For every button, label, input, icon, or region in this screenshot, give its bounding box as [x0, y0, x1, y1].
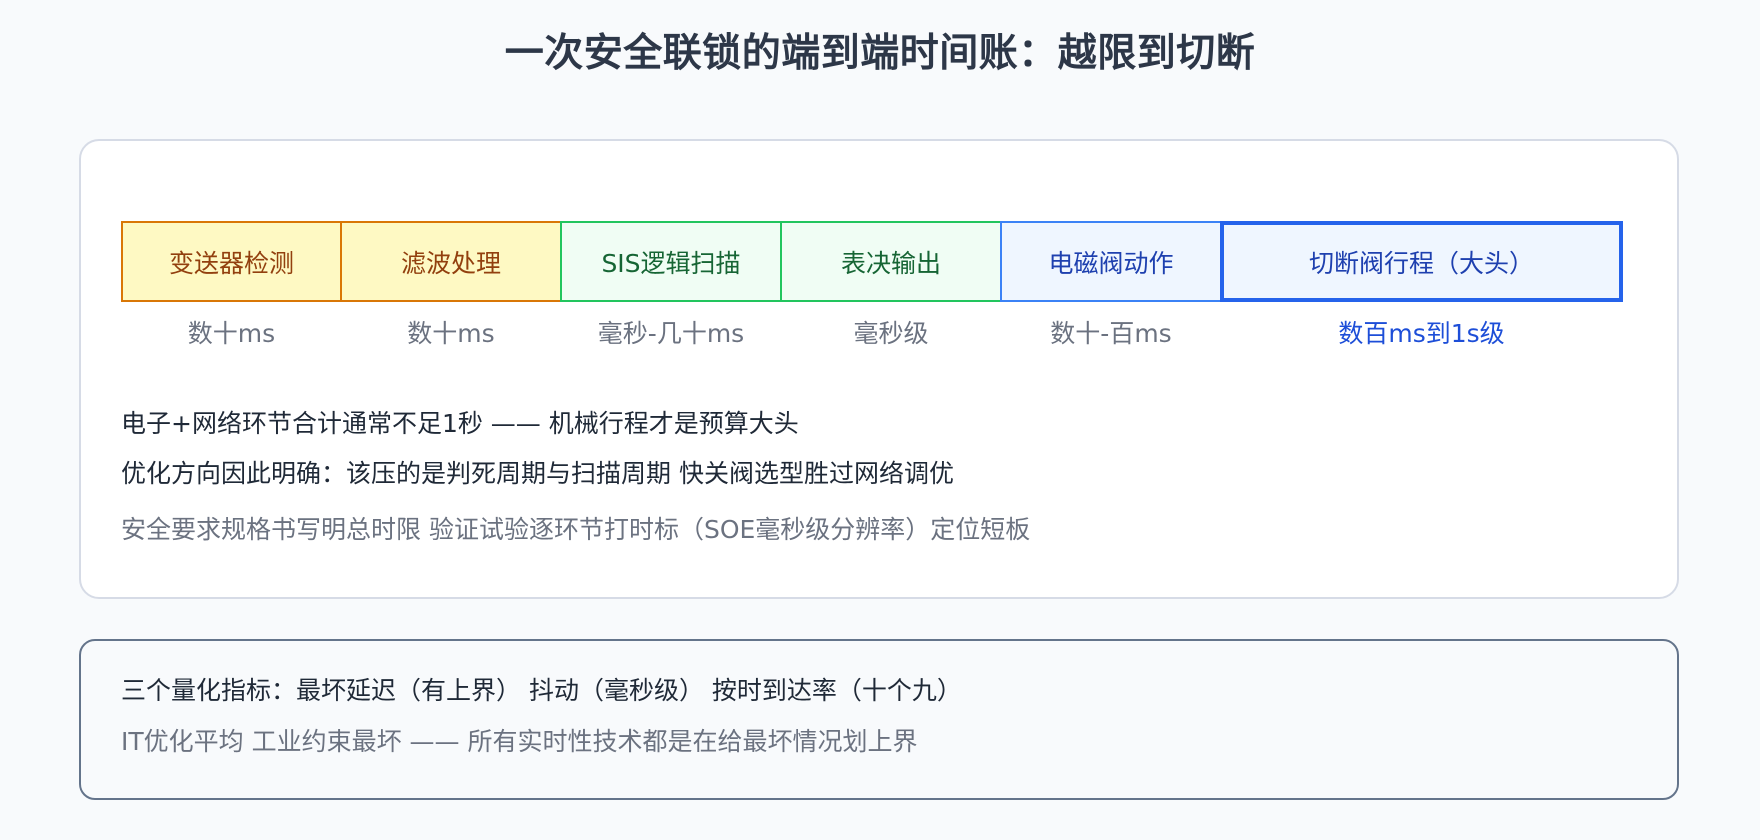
duration-label: 数十ms	[407, 319, 495, 348]
stage-solenoid-action: 电磁阀动作	[1000, 221, 1222, 302]
note-verification: 安全要求规格书写明总时限 验证试验逐环节打时标（SOE毫秒级分辨率）定位短板	[121, 515, 1031, 544]
stage-filtering: 滤波处理	[340, 221, 562, 302]
page-title: 一次安全联锁的端到端时间账：越限到切断	[504, 31, 1256, 76]
note-optimization-direction: 优化方向因此明确：该压的是判死周期与扫描周期 快关阀选型胜过网络调优	[121, 459, 954, 488]
duration-label: 毫秒-几十ms	[597, 319, 745, 348]
stage-voting-output: 表决输出	[780, 221, 1002, 302]
stage-transmitter-detection: 变送器检测	[121, 221, 342, 302]
duration-label: 数十-百ms	[1050, 319, 1172, 348]
summary-card: 三个量化指标：最坏延迟（有上界） 抖动（毫秒级） 按时到达率（十个九） IT优化…	[79, 639, 1679, 800]
note-electronic-vs-mechanical: 电子+网络环节合计通常不足1秒 —— 机械行程才是预算大头	[121, 409, 799, 438]
duration-label-highlight: 数百ms到1s级	[1338, 319, 1505, 348]
stage-sis-logic-scan: SIS逻辑扫描	[560, 221, 782, 302]
timeline-card: 变送器检测 滤波处理 SIS逻辑扫描 表决输出 电磁阀动作 切断阀行程（大头） …	[79, 139, 1679, 599]
summary-conclusion: IT优化平均 工业约束最坏 —— 所有实时性技术都是在给最坏情况划上界	[121, 727, 918, 756]
duration-label: 数十ms	[187, 319, 276, 348]
summary-metrics: 三个量化指标：最坏延迟（有上界） 抖动（毫秒级） 按时到达率（十个九）	[121, 676, 962, 705]
duration-label: 毫秒级	[853, 319, 929, 348]
stage-shutoff-valve-stroke: 切断阀行程（大头）	[1220, 221, 1623, 302]
